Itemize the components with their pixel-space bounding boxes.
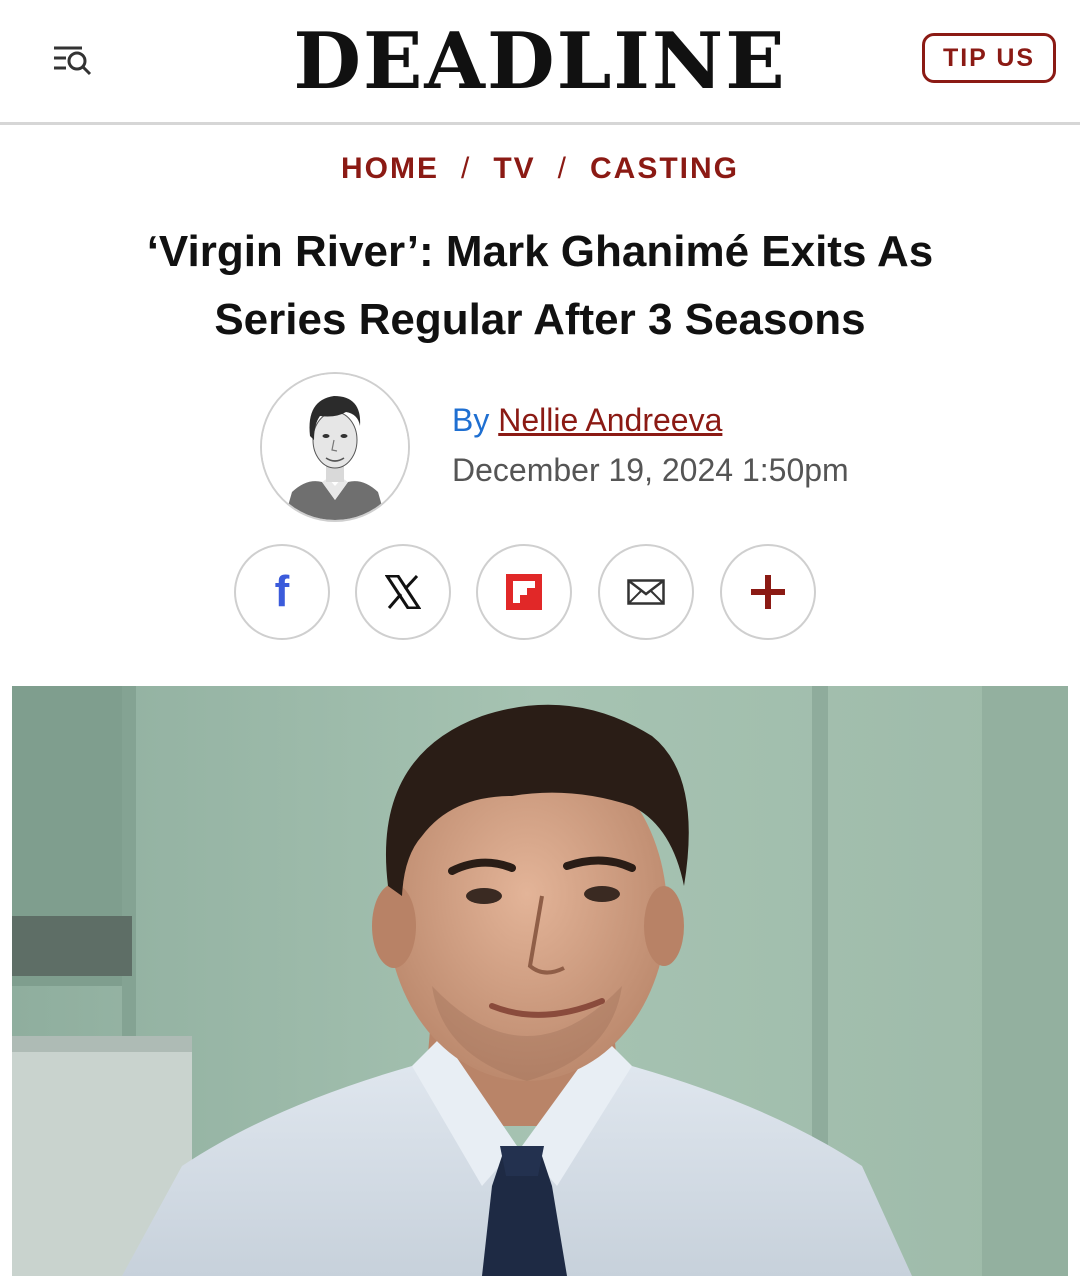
hero-photo-illustration	[12, 686, 1068, 1276]
breadcrumb-tv[interactable]: TV	[493, 152, 535, 186]
breadcrumb-separator: /	[460, 152, 472, 185]
breadcrumb-casting[interactable]: CASTING	[590, 152, 739, 186]
share-x-button[interactable]	[355, 544, 451, 640]
breadcrumb-home[interactable]: HOME	[341, 152, 439, 186]
author-avatar[interactable]	[260, 372, 410, 522]
author-portrait-illustration	[262, 374, 408, 520]
byline: By Nellie Andreeva	[452, 400, 722, 440]
article-hero-image	[12, 686, 1068, 1276]
article-title-line: ‘Virgin River’: Mark Ghanimé Exits As	[146, 227, 934, 276]
article-title-line: Series Regular After 3 Seasons	[214, 295, 866, 344]
publish-date: December 19, 2024 1:50pm	[452, 452, 849, 488]
tip-us-button[interactable]: TIP US	[922, 33, 1056, 83]
plus-icon	[751, 575, 785, 609]
flipboard-icon	[506, 574, 542, 610]
site-header: DEADLINE TIP US	[0, 0, 1080, 125]
site-logo[interactable]: DEADLINE	[0, 18, 1080, 106]
article-title: ‘Virgin River’: Mark Ghanimé Exits As Se…	[50, 218, 1030, 354]
share-facebook-button[interactable]: f	[234, 544, 330, 640]
share-email-button[interactable]	[598, 544, 694, 640]
breadcrumb-separator: /	[557, 152, 569, 185]
x-icon	[385, 575, 421, 609]
byline-prefix: By	[452, 402, 490, 438]
share-more-button[interactable]	[720, 544, 816, 640]
author-link[interactable]: Nellie Andreeva	[498, 402, 722, 438]
facebook-icon: f	[274, 567, 290, 616]
breadcrumb: HOME / TV / CASTING	[0, 152, 1080, 186]
share-flipboard-button[interactable]	[476, 544, 572, 640]
email-icon	[627, 579, 665, 605]
